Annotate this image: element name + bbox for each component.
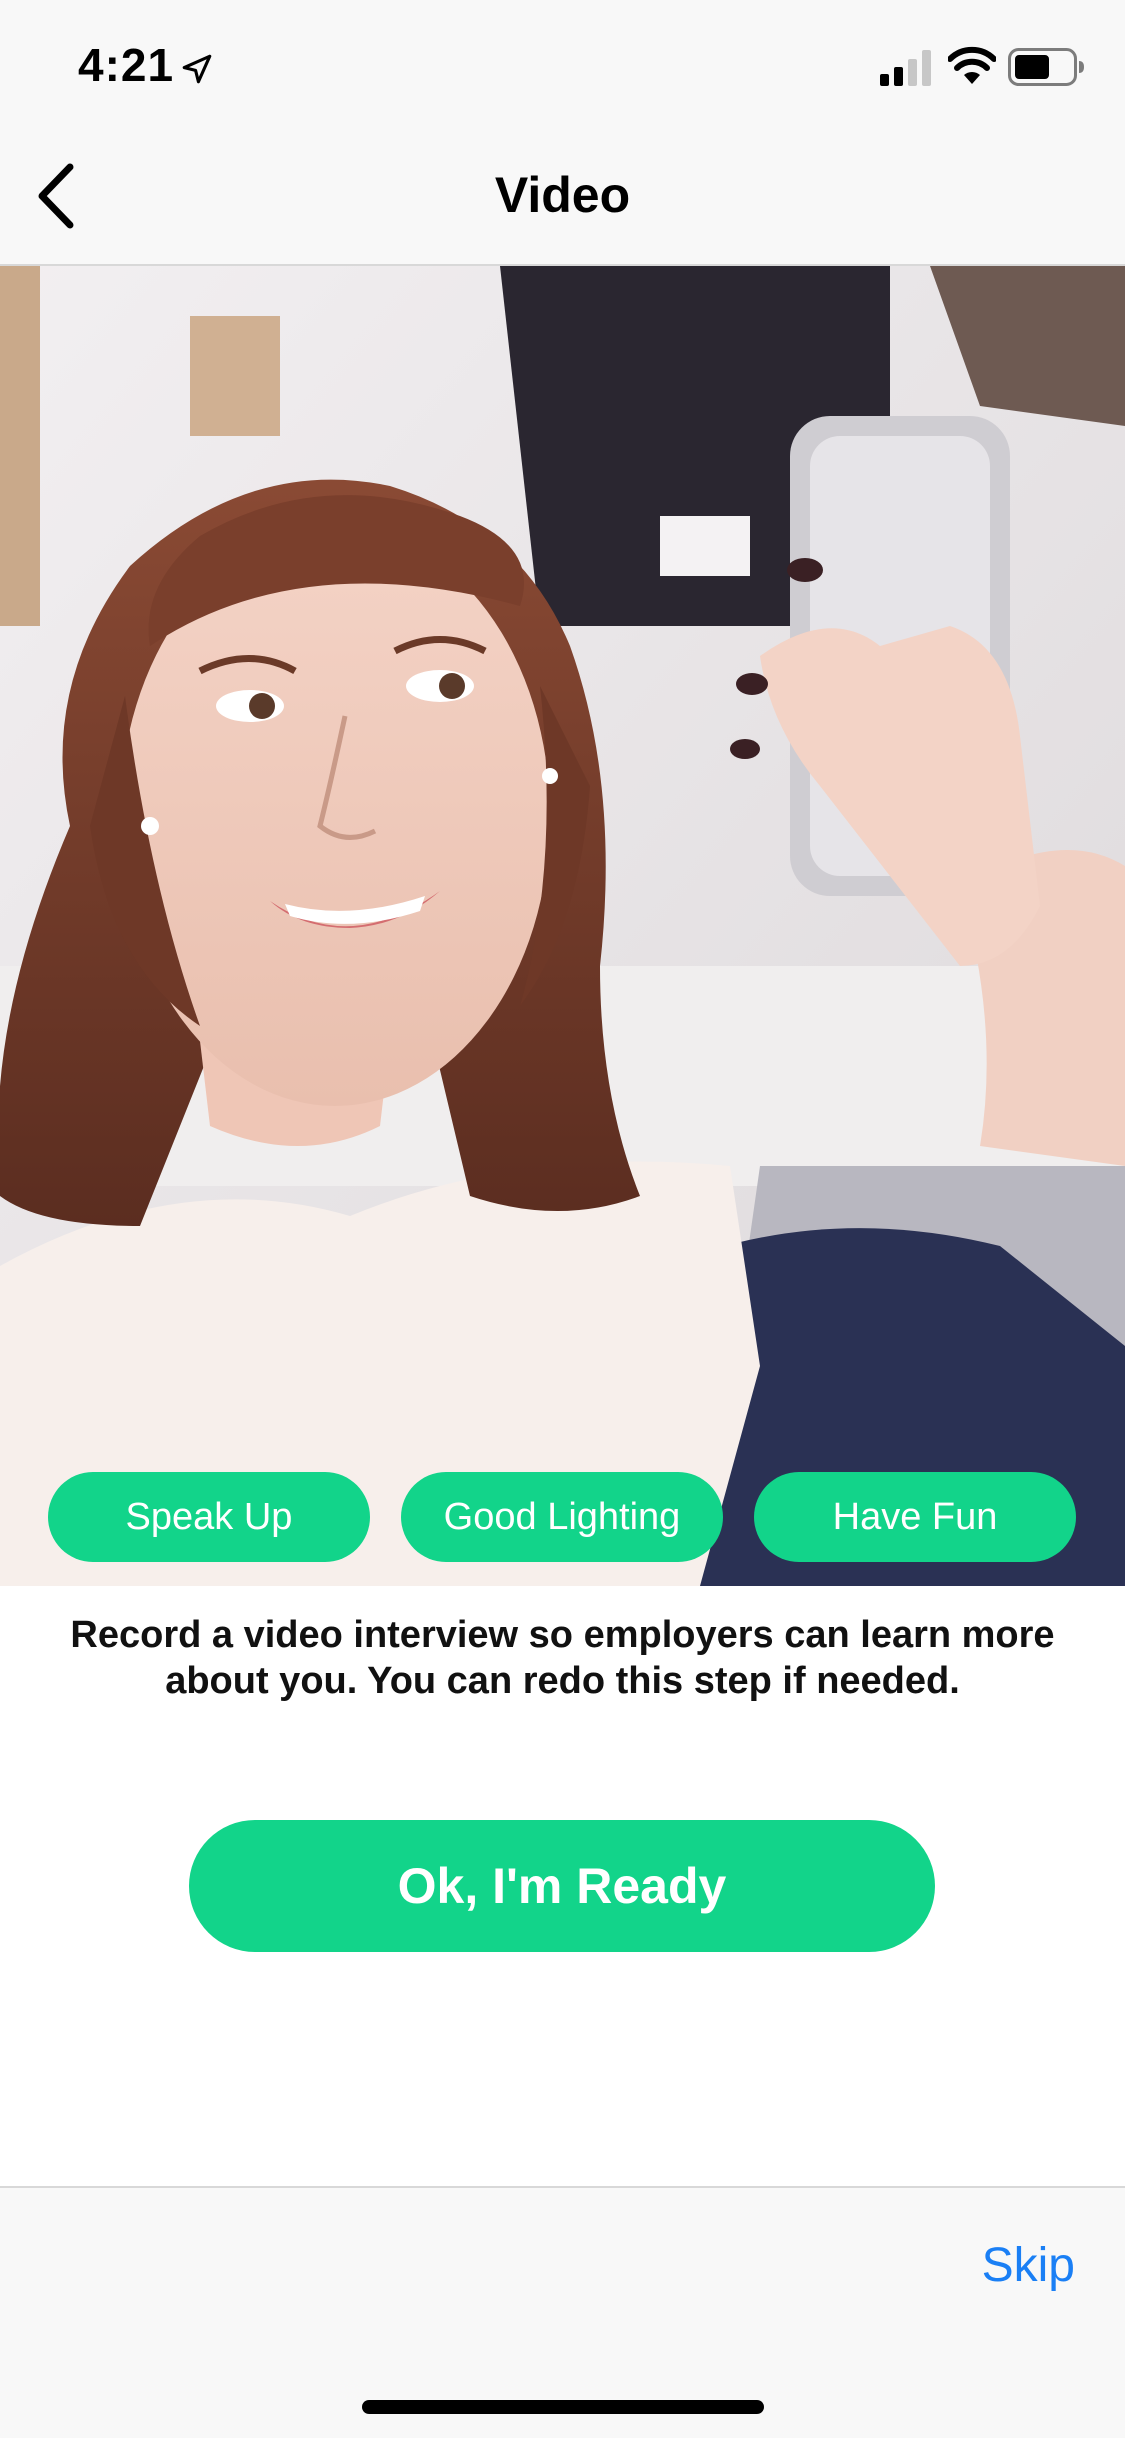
status-bar: 4:21 xyxy=(0,0,1125,132)
status-time: 4:21 xyxy=(78,39,175,91)
ready-button[interactable]: Ok, I'm Ready xyxy=(189,1820,935,1952)
page-title: Video xyxy=(494,167,631,223)
bottom-toolbar: Skip xyxy=(0,2186,1125,2438)
hero-image: Speak Up Good Lighting Have Fun xyxy=(0,266,1125,1586)
tip-chip-have-fun: Have Fun xyxy=(754,1472,1076,1562)
tip-chip-good-lighting: Good Lighting xyxy=(401,1472,723,1562)
cellular-signal-icon xyxy=(880,50,931,86)
battery-icon xyxy=(1008,48,1084,86)
instructions-text: Record a video interview so employers ca… xyxy=(70,1614,1055,1702)
selfie-photo xyxy=(0,266,1125,1586)
wifi-icon xyxy=(948,46,996,84)
navigation-bar: Video xyxy=(0,132,1125,266)
skip-button[interactable]: Skip xyxy=(982,2238,1075,2293)
tip-chip-speak-up: Speak Up xyxy=(48,1472,370,1562)
home-indicator xyxy=(362,2400,764,2414)
location-arrow-icon xyxy=(182,54,212,84)
